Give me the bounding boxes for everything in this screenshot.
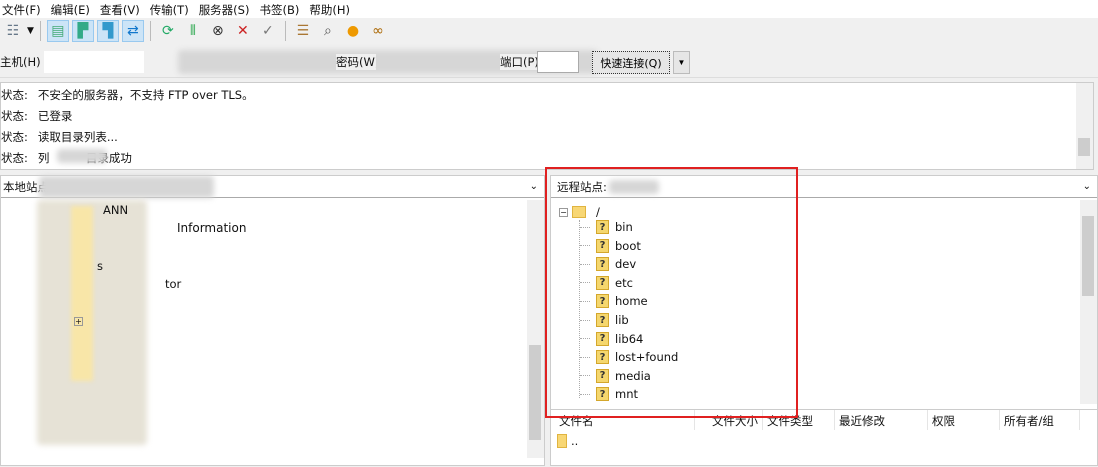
highlight-box (545, 167, 798, 418)
toggle-local-tree-icon[interactable]: ▛ (71, 20, 94, 42)
menu-view[interactable]: 查看(V) (98, 0, 148, 18)
tree-fragment: tor (165, 277, 182, 291)
menu-transfer[interactable]: 传输(T) (148, 0, 197, 18)
toggle-queue-icon[interactable]: ⇄ (121, 20, 144, 42)
menu-edit[interactable]: 编辑(E) (49, 0, 98, 18)
chevron-down-icon[interactable]: ⌄ (1083, 181, 1091, 192)
local-pane: 本地站点: ⌄ ANN Information s tor + (0, 175, 545, 466)
column-header[interactable]: 最近修改 (835, 410, 928, 430)
tree-fragment: s (97, 259, 103, 273)
toggle-log-icon[interactable]: ▤ (46, 20, 69, 42)
toggle-remote-tree-icon[interactable]: ▜ (96, 20, 119, 42)
quickconnect-bar: 主机(H): 密码(W): 端口(P): 快速连接(Q) ▼ (0, 46, 1098, 78)
menu-bookmarks[interactable]: 书签(B) (257, 0, 307, 18)
menu-help[interactable]: 帮助(H) (307, 0, 358, 18)
log-message: 读取目录列表... (37, 130, 118, 144)
disconnect-icon[interactable]: ✕ (232, 20, 254, 42)
password-label: 密码(W): (336, 53, 376, 70)
local-tree-scrollbar[interactable] (527, 200, 544, 458)
menu-server[interactable]: 服务器(S) (197, 0, 258, 18)
site-manager-icon[interactable]: ☷ (2, 20, 24, 42)
find-icon[interactable]: ∞ (367, 20, 389, 42)
filter-icon[interactable]: ⫴ (182, 20, 204, 42)
log-message: 已登录 (37, 109, 73, 123)
cancel-icon[interactable]: ⊗ (207, 20, 229, 42)
log-scrollbar[interactable] (1076, 83, 1093, 169)
sync-browse-icon[interactable]: ● (342, 20, 364, 42)
column-header[interactable]: 权限 (928, 410, 1000, 430)
reconnect-icon[interactable]: ✓ (257, 20, 279, 42)
menu-bar: 文件(F) 编辑(E) 查看(V) 传输(T) 服务器(S) 书签(B) 帮助(… (0, 0, 1098, 18)
port-input[interactable] (537, 51, 579, 73)
log-message: 不安全的服务器，不支持 FTP over TLS。 (37, 88, 254, 102)
search-icon[interactable]: ⌕ (317, 20, 339, 42)
refresh-icon[interactable]: ⟳ (157, 20, 179, 42)
tree-fragment: Information (177, 221, 247, 235)
chevron-down-icon[interactable]: ⌄ (530, 181, 538, 192)
quickconnect-dropdown[interactable]: ▼ (673, 51, 690, 74)
toolbar: ☷ ▼ ▤ ▛ ▜ ⇄ ⟳ ⫴ ⊗ ✕ ✓ ☰ ⌕ ● ∞ (0, 18, 1098, 44)
remote-tree-scrollbar[interactable] (1080, 200, 1097, 404)
chevron-down-icon[interactable]: ▼ (27, 26, 34, 36)
column-header[interactable]: 所有者/组 (1000, 410, 1080, 430)
folder-icon (557, 434, 567, 448)
host-input[interactable] (44, 50, 144, 73)
menu-file[interactable]: 文件(F) (0, 0, 49, 18)
expand-icon[interactable]: + (74, 317, 83, 326)
table-row[interactable]: .. (557, 434, 578, 448)
tree-fragment: ANN (103, 203, 129, 217)
compare-icon[interactable]: ☰ (292, 20, 314, 42)
message-log: 状态: 不安全的服务器，不支持 FTP over TLS。 状态: 已登录 状态: 读… (0, 82, 1094, 170)
quickconnect-button[interactable]: 快速连接(Q) (592, 51, 670, 74)
host-label: 主机(H): (0, 54, 40, 69)
